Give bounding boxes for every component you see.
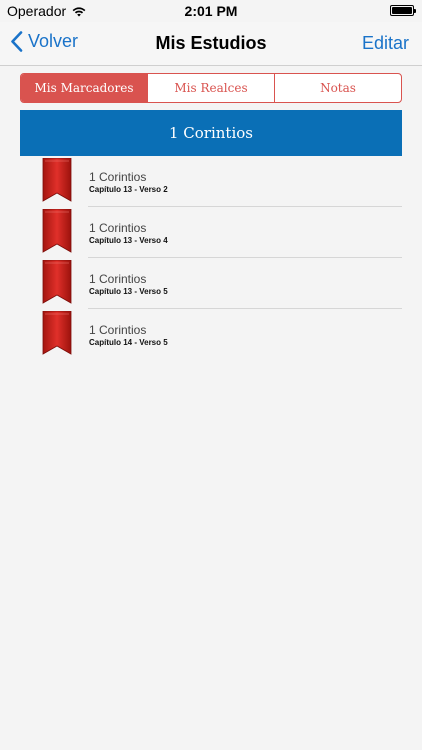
list-item[interactable]: 1 Corintios Capítulo 13 - Verso 5 [20, 258, 402, 309]
navigation-bar: Volver Mis Estudios Editar [0, 22, 422, 66]
item-book: 1 Corintios [89, 170, 147, 184]
item-reference: Capítulo 14 - Verso 5 [89, 338, 168, 347]
list-item[interactable]: 1 Corintios Capítulo 13 - Verso 4 [20, 207, 402, 258]
status-bar: Operador 2:01 PM [0, 0, 422, 22]
bookmark-ribbon-icon [42, 158, 72, 202]
item-reference: Capítulo 13 - Verso 2 [89, 185, 168, 194]
battery-icon [390, 5, 416, 16]
bookmark-ribbon-icon [42, 311, 72, 355]
bookmark-ribbon-icon [42, 209, 72, 253]
tab-mis-realces[interactable]: Mis Realces [148, 74, 275, 102]
tab-mis-marcadores[interactable]: Mis Marcadores [21, 74, 148, 102]
item-reference: Capítulo 13 - Verso 5 [89, 287, 168, 296]
item-book: 1 Corintios [89, 272, 147, 286]
list-item[interactable]: 1 Corintios Capítulo 13 - Verso 2 [20, 156, 402, 207]
segmented-control: Mis Marcadores Mis Realces Notas [20, 73, 402, 103]
item-reference: Capítulo 13 - Verso 4 [89, 236, 168, 245]
tab-notas[interactable]: Notas [275, 74, 401, 102]
section-header: 1 Corintios [20, 110, 402, 156]
page-title: Mis Estudios [155, 33, 267, 53]
clock: 2:01 PM [184, 3, 238, 19]
edit-button[interactable]: Editar [362, 33, 409, 54]
item-book: 1 Corintios [89, 221, 147, 235]
bookmark-ribbon-icon [42, 260, 72, 304]
item-book: 1 Corintios [89, 323, 147, 337]
bookmark-list: 1 Corintios Capítulo 13 - Verso 2 1 Cori… [20, 156, 402, 360]
section-title: 1 Corintios [168, 124, 253, 142]
list-item[interactable]: 1 Corintios Capítulo 14 - Verso 5 [20, 309, 402, 360]
